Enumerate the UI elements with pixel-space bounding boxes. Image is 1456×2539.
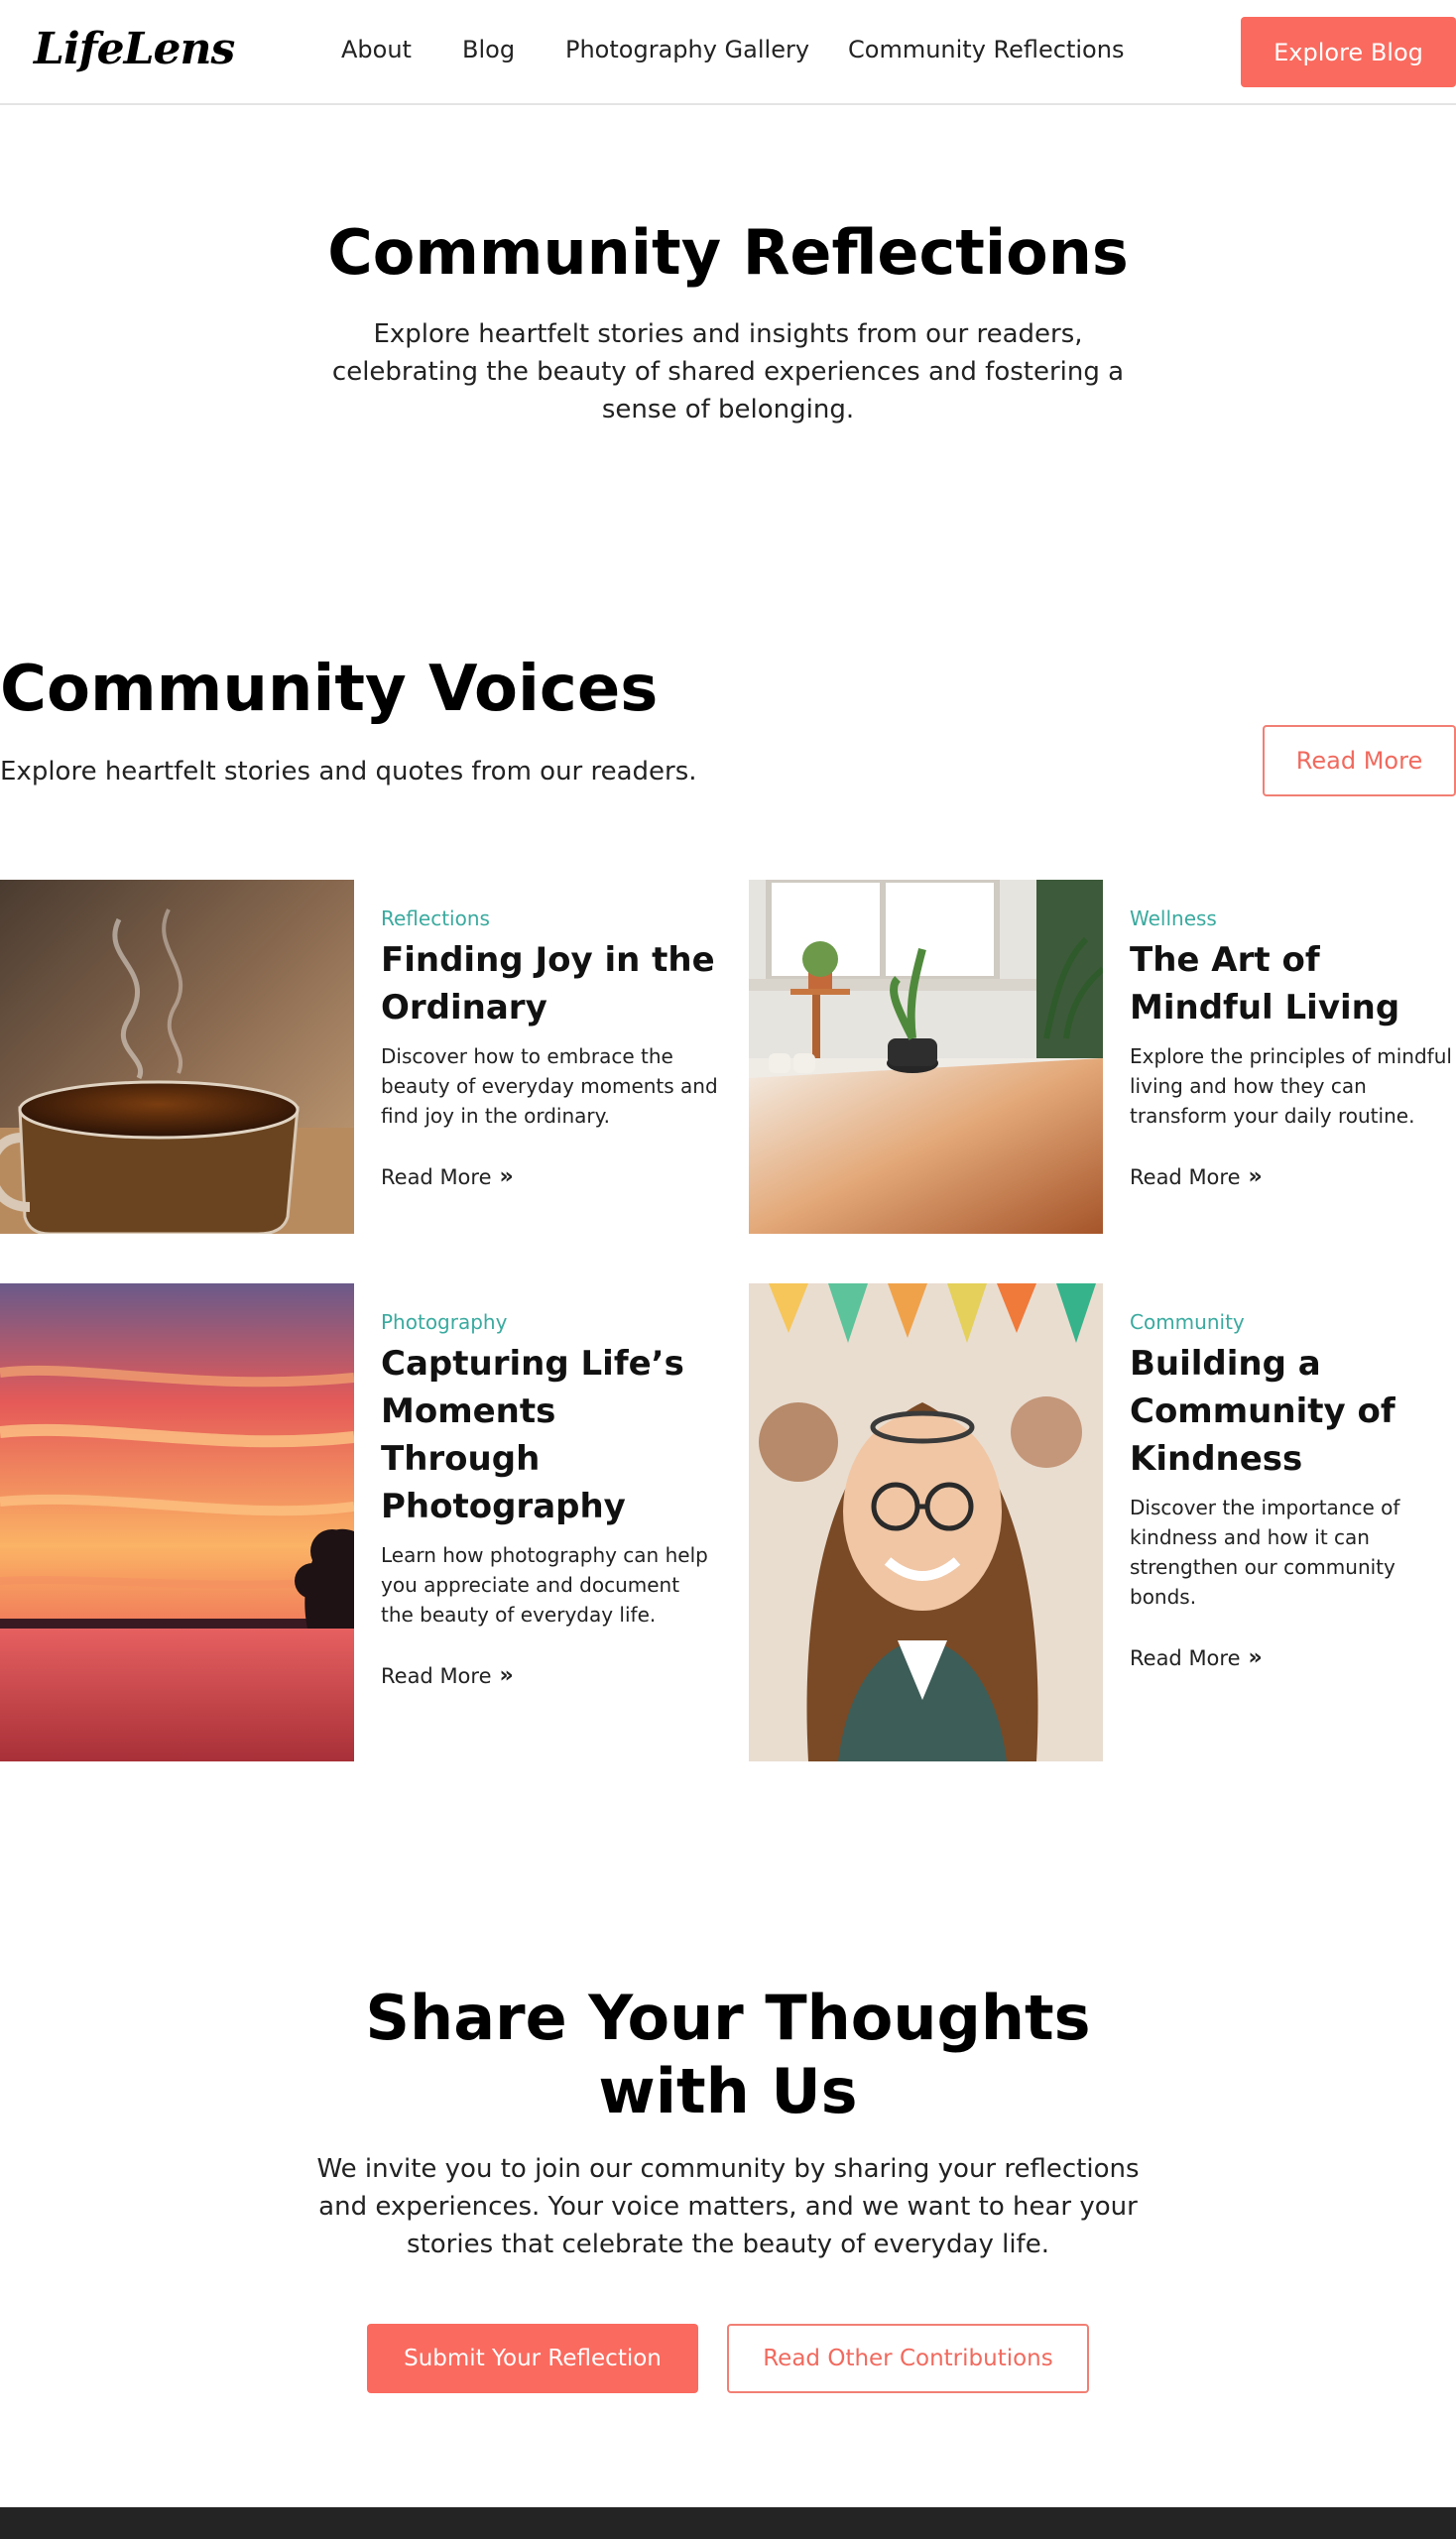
page-title: Community Reflections: [327, 216, 1129, 289]
card-title[interactable]: The Art of Mindful Living: [1130, 936, 1456, 1031]
card-category[interactable]: Community: [1130, 1310, 1456, 1334]
card-description: Discover how to embrace the beauty of ev…: [381, 1044, 718, 1128]
card-read-more-link[interactable]: Read More »: [1130, 1645, 1263, 1670]
card-body: Community Building a Community of Kindne…: [1130, 1283, 1456, 1670]
double-chevron-right-icon: »: [1248, 1164, 1263, 1189]
site-header: LifeLens About Blog Photography Gallery …: [0, 0, 1456, 105]
card-description: Learn how photography can help you appre…: [381, 1543, 708, 1627]
read-more-button[interactable]: Read More: [1263, 725, 1456, 796]
card-description: Explore the principles of mindful living…: [1130, 1044, 1452, 1128]
card-title[interactable]: Finding Joy in the Ordinary: [381, 936, 718, 1031]
article-card[interactable]: Wellness The Art of Mindful Living Explo…: [749, 880, 1456, 1234]
submit-reflection-button[interactable]: Submit Your Reflection: [367, 2324, 698, 2393]
share-section-subtitle: We invite you to join our community by s…: [316, 2154, 1140, 2259]
card-body: Photography Capturing Life’s Moments Thr…: [381, 1283, 718, 1688]
card-title[interactable]: Capturing Life’s Moments Through Photogr…: [381, 1340, 718, 1530]
card-read-more-label: Read More: [1130, 1164, 1241, 1189]
article-card[interactable]: Community Building a Community of Kindne…: [749, 1283, 1456, 1761]
double-chevron-right-icon: »: [499, 1663, 514, 1688]
smiling-woman-image[interactable]: [749, 1283, 1103, 1761]
card-category[interactable]: Wellness: [1130, 907, 1456, 930]
read-other-contributions-button[interactable]: Read Other Contributions: [727, 2324, 1089, 2393]
coffee-cup-image[interactable]: [0, 880, 354, 1234]
card-read-more-link[interactable]: Read More »: [381, 1164, 514, 1189]
hero-subtitle: Explore heartfelt stories and insights f…: [331, 319, 1125, 424]
nav-blog[interactable]: Blog: [462, 36, 515, 63]
explore-blog-button[interactable]: Explore Blog: [1241, 17, 1456, 87]
card-title[interactable]: Building a Community of Kindness: [1130, 1340, 1456, 1483]
section-subtitle-community-voices: Explore heartfelt stories and quotes fro…: [0, 757, 697, 786]
sunset-lake-image[interactable]: [0, 1283, 354, 1761]
logo[interactable]: LifeLens: [34, 24, 235, 74]
card-body: Reflections Finding Joy in the Ordinary …: [381, 880, 718, 1189]
card-read-more-label: Read More: [1130, 1645, 1241, 1670]
card-body: Wellness The Art of Mindful Living Explo…: [1130, 880, 1456, 1189]
sunlit-room-image[interactable]: [749, 880, 1103, 1234]
nav-about[interactable]: About: [341, 36, 412, 63]
footer: [0, 2507, 1456, 2539]
card-read-more-label: Read More: [381, 1663, 492, 1688]
card-category[interactable]: Photography: [381, 1310, 718, 1334]
card-read-more-link[interactable]: Read More »: [1130, 1164, 1263, 1189]
card-read-more-link[interactable]: Read More »: [381, 1663, 514, 1688]
double-chevron-right-icon: »: [1248, 1645, 1263, 1670]
nav-community-reflections[interactable]: Community Reflections: [848, 36, 1124, 63]
card-category[interactable]: Reflections: [381, 907, 718, 930]
double-chevron-right-icon: »: [499, 1164, 514, 1189]
share-section-title: Share Your Thoughts with Us: [365, 1982, 1091, 2127]
article-card[interactable]: Reflections Finding Joy in the Ordinary …: [0, 880, 724, 1234]
card-read-more-label: Read More: [381, 1164, 492, 1189]
nav-photography-gallery[interactable]: Photography Gallery: [565, 36, 809, 63]
card-description: Discover the importance of kindness and …: [1130, 1496, 1400, 1609]
section-title-community-voices: Community Voices: [0, 653, 659, 726]
article-card[interactable]: Photography Capturing Life’s Moments Thr…: [0, 1283, 724, 1761]
